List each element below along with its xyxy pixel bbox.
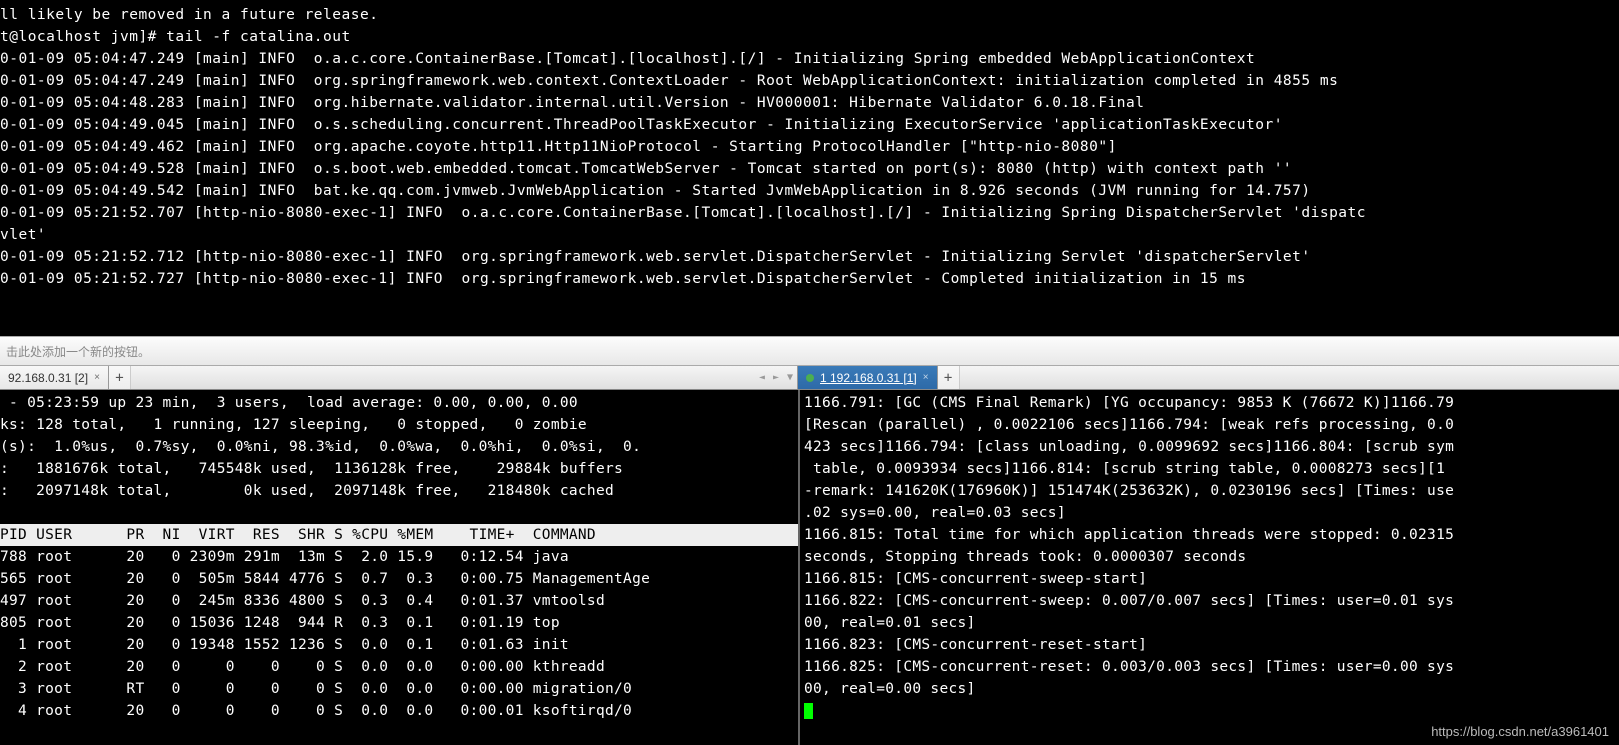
log-line: 0-01-09 05:21:52.727 [http-nio-8080-exec…: [0, 268, 1619, 290]
status-dot-icon: [806, 374, 814, 382]
watermark: https://blog.csdn.net/a3961401: [1431, 724, 1609, 739]
top-summary-line: [0, 502, 798, 524]
tab-right-session[interactable]: 1 192.168.0.31 [1] ×: [798, 366, 938, 389]
log-line: vlet': [0, 224, 1619, 246]
tab-label: 1 192.168.0.31 [1]: [820, 371, 917, 385]
top-summary-line: (s): 1.0%us, 0.7%sy, 0.0%ni, 98.3%id, 0.…: [0, 436, 798, 458]
gc-log-line: 1166.825: [CMS-concurrent-reset: 0.003/0…: [804, 656, 1619, 678]
process-row: 805 root 20 0 15036 1248 944 R 0.3 0.1 0…: [0, 612, 798, 634]
top-summary-line: ks: 128 total, 1 running, 127 sleeping, …: [0, 414, 798, 436]
log-line: 0-01-09 05:04:49.542 [main] INFO bat.ke.…: [0, 180, 1619, 202]
bottom-split: - 05:23:59 up 23 min, 3 users, load aver…: [0, 390, 1619, 745]
gc-log-line: table, 0.0093934 secs]1166.814: [scrub s…: [804, 458, 1619, 480]
top-summary-line: - 05:23:59 up 23 min, 3 users, load aver…: [0, 392, 798, 414]
process-row: 497 root 20 0 245m 8336 4800 S 0.3 0.4 0…: [0, 590, 798, 612]
process-row: 4 root 20 0 0 0 0 S 0.0 0.0 0:00.01 ksof…: [0, 700, 798, 722]
cursor-line: [804, 700, 1619, 722]
log-line: 0-01-09 05:04:47.249 [main] INFO o.a.c.c…: [0, 48, 1619, 70]
gc-log-line: 00, real=0.00 secs]: [804, 678, 1619, 700]
tab-add-left[interactable]: +: [109, 366, 131, 389]
terminal-top-output[interactable]: ll likely be removed in a future release…: [0, 0, 1619, 336]
log-line: 0-01-09 05:21:52.712 [http-nio-8080-exec…: [0, 246, 1619, 268]
log-line: 0-01-09 05:04:47.249 [main] INFO org.spr…: [0, 70, 1619, 92]
tab-bar: 92.168.0.31 [2] × + ◄ ► ▼ 1 192.168.0.31…: [0, 366, 1619, 390]
pane-right-gc[interactable]: 1166.791: [GC (CMS Final Remark) [YG occ…: [798, 390, 1619, 745]
log-line: ll likely be removed in a future release…: [0, 4, 1619, 26]
tab-left-session[interactable]: 92.168.0.31 [2] ×: [0, 366, 109, 389]
gc-log-line: seconds, Stopping threads took: 0.000030…: [804, 546, 1619, 568]
process-row: 3 root RT 0 0 0 0 S 0.0 0.0 0:00.00 migr…: [0, 678, 798, 700]
process-row: 565 root 20 0 505m 5844 4776 S 0.7 0.3 0…: [0, 568, 798, 590]
process-row: 1 root 20 0 19348 1552 1236 S 0.0 0.1 0:…: [0, 634, 798, 656]
process-row: 2 root 20 0 0 0 0 S 0.0 0.0 0:00.00 kthr…: [0, 656, 798, 678]
chevron-left-icon[interactable]: ◄: [759, 372, 765, 383]
log-line: t@localhost jvm]# tail -f catalina.out: [0, 26, 1619, 48]
gc-log-line: [Rescan (parallel) , 0.0022106 secs]1166…: [804, 414, 1619, 436]
process-row: 788 root 20 0 2309m 291m 13m S 2.0 15.9 …: [0, 546, 798, 568]
chevron-right-icon[interactable]: ►: [773, 372, 779, 383]
toolbar-hint-text: 击此处添加一个新的按钮。: [6, 343, 150, 360]
gc-log-line: .02 sys=0.00, real=0.03 secs]: [804, 502, 1619, 524]
gc-log-line: -remark: 141620K(176960K)] 151474K(25363…: [804, 480, 1619, 502]
close-icon[interactable]: ×: [94, 372, 100, 383]
cursor-icon: [804, 703, 813, 719]
close-icon[interactable]: ×: [923, 372, 929, 383]
log-line: [0, 290, 1619, 312]
gc-log-line: 1166.815: [CMS-concurrent-sweep-start]: [804, 568, 1619, 590]
gc-log-line: 1166.815: Total time for which applicati…: [804, 524, 1619, 546]
log-line: 0-01-09 05:04:48.283 [main] INFO org.hib…: [0, 92, 1619, 114]
gc-log-line: 423 secs]1166.794: [class unloading, 0.0…: [804, 436, 1619, 458]
gc-log-line: 00, real=0.01 secs]: [804, 612, 1619, 634]
gc-log-line: 1166.823: [CMS-concurrent-reset-start]: [804, 634, 1619, 656]
tab-bar-left: 92.168.0.31 [2] × + ◄ ► ▼: [0, 366, 798, 389]
log-line: 0-01-09 05:21:52.707 [http-nio-8080-exec…: [0, 202, 1619, 224]
gc-log-line: 1166.791: [GC (CMS Final Remark) [YG occ…: [804, 392, 1619, 414]
tab-label: 92.168.0.31 [2]: [8, 371, 88, 385]
log-line: 0-01-09 05:04:49.462 [main] INFO org.apa…: [0, 136, 1619, 158]
gc-log-line: 1166.822: [CMS-concurrent-sweep: 0.007/0…: [804, 590, 1619, 612]
toolbar-hint-strip: 击此处添加一个新的按钮。: [0, 336, 1619, 366]
tab-add-right[interactable]: +: [938, 366, 960, 389]
chevron-down-icon[interactable]: ▼: [787, 372, 793, 383]
tab-nav-arrows: ◄ ► ▼: [759, 366, 793, 389]
pane-left-top[interactable]: - 05:23:59 up 23 min, 3 users, load aver…: [0, 390, 798, 745]
log-line: 0-01-09 05:04:49.528 [main] INFO o.s.boo…: [0, 158, 1619, 180]
log-line: 0-01-09 05:04:49.045 [main] INFO o.s.sch…: [0, 114, 1619, 136]
top-header-row: PID USER PR NI VIRT RES SHR S %CPU %MEM …: [0, 524, 798, 546]
top-summary-line: : 1881676k total, 745548k used, 1136128k…: [0, 458, 798, 480]
top-summary-line: : 2097148k total, 0k used, 2097148k free…: [0, 480, 798, 502]
tab-bar-right: 1 192.168.0.31 [1] × +: [798, 366, 1619, 389]
